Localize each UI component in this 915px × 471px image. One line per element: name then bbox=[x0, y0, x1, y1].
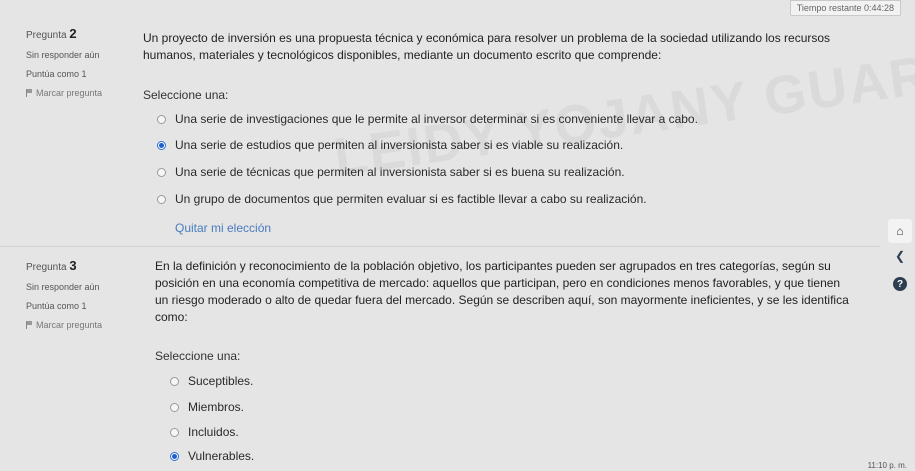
flag-label: Marcar pregunta bbox=[36, 88, 103, 98]
flag-icon bbox=[26, 89, 33, 97]
option-label: Una serie de estudios que permiten al in… bbox=[175, 138, 624, 152]
flag-question-button[interactable]: Marcar pregunta bbox=[26, 320, 102, 330]
select-label: Seleccione una: bbox=[143, 88, 229, 102]
clear-choice-link[interactable]: Quitar mi elección bbox=[175, 221, 271, 235]
option-label: Suceptibles. bbox=[188, 374, 254, 388]
question-prefix: Pregunta bbox=[26, 262, 67, 273]
arrow-left-icon: ❮ bbox=[894, 249, 906, 263]
option-label: Miembros. bbox=[188, 400, 245, 414]
radio-button[interactable] bbox=[157, 167, 166, 177]
option-label: Una serie de investigaciones que le perm… bbox=[175, 112, 698, 126]
radio-button[interactable] bbox=[170, 376, 179, 386]
home-icon: ⌂ bbox=[896, 224, 904, 238]
help-button[interactable]: ? bbox=[893, 277, 907, 291]
system-clock: 11:10 p. m. bbox=[867, 461, 907, 470]
question-status: Sin responder aún bbox=[26, 50, 100, 60]
question-divider bbox=[0, 246, 880, 247]
question-number: 3 bbox=[69, 258, 77, 273]
radio-button-selected[interactable] bbox=[157, 140, 166, 150]
option-q2-c[interactable]: Una serie de técnicas que permiten al in… bbox=[157, 165, 625, 179]
question-text-2: Un proyecto de inversión es una propuest… bbox=[143, 31, 831, 62]
flag-label: Marcar pregunta bbox=[36, 320, 103, 330]
question-prefix: Pregunta bbox=[26, 30, 67, 41]
question-number: 2 bbox=[69, 26, 77, 41]
question-text-3: En la definición y reconocimiento de la … bbox=[155, 259, 849, 324]
option-label: Una serie de técnicas que permiten al in… bbox=[175, 165, 625, 179]
flag-question-button[interactable]: Marcar pregunta bbox=[26, 88, 102, 98]
back-button[interactable]: ❮ bbox=[888, 244, 912, 268]
option-q3-d[interactable]: Vulnerables. bbox=[170, 449, 254, 463]
help-icon: ? bbox=[896, 278, 904, 290]
question-status: Sin responder aún bbox=[26, 282, 100, 292]
option-label: Vulnerables. bbox=[188, 449, 255, 463]
question-info-3: Pregunta 3 Sin responder aún Puntúa como… bbox=[26, 258, 102, 339]
option-q3-a[interactable]: Suceptibles. bbox=[170, 374, 253, 388]
option-q3-b[interactable]: Miembros. bbox=[170, 400, 244, 414]
option-q2-a[interactable]: Una serie de investigaciones que le perm… bbox=[157, 112, 698, 126]
option-label: Un grupo de documentos que permiten eval… bbox=[175, 192, 647, 206]
radio-button[interactable] bbox=[170, 427, 179, 437]
radio-button[interactable] bbox=[170, 402, 179, 412]
question-score: Puntúa como 1 bbox=[26, 69, 87, 79]
watermark: LEIDY YOJANY GUARAN ROBLES bbox=[330, 0, 915, 188]
question-score: Puntúa como 1 bbox=[26, 301, 87, 311]
option-label: Incluidos. bbox=[188, 425, 239, 439]
radio-button-selected[interactable] bbox=[170, 451, 179, 461]
option-q3-c[interactable]: Incluidos. bbox=[170, 425, 239, 439]
select-label: Seleccione una: bbox=[155, 349, 241, 363]
time-remaining: Tiempo restante 0:44:28 bbox=[789, 0, 901, 16]
flag-icon bbox=[26, 321, 33, 329]
option-q2-d[interactable]: Un grupo de documentos que permiten eval… bbox=[157, 192, 647, 206]
radio-button[interactable] bbox=[157, 114, 166, 124]
option-q2-b[interactable]: Una serie de estudios que permiten al in… bbox=[157, 138, 623, 152]
radio-button[interactable] bbox=[157, 194, 166, 204]
question-info-2: Pregunta 2 Sin responder aún Puntúa como… bbox=[26, 26, 102, 107]
home-button[interactable]: ⌂ bbox=[888, 219, 912, 243]
